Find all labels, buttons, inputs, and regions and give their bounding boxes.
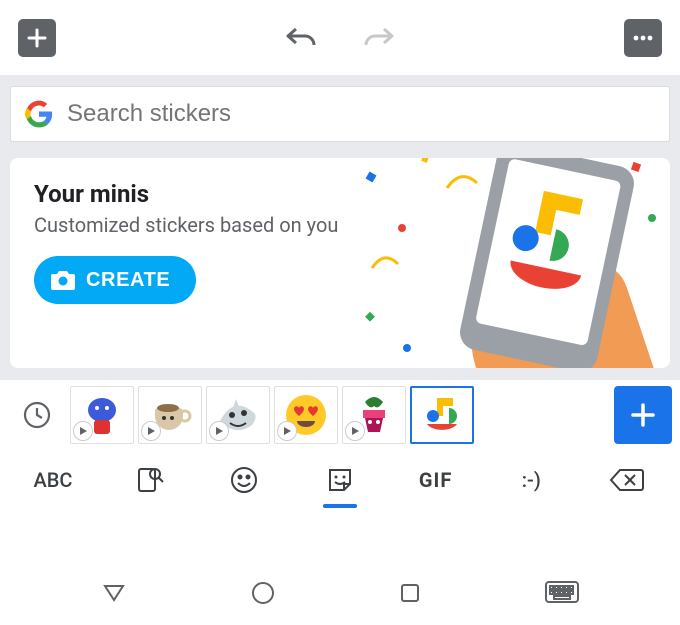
- create-minis-button[interactable]: CREATE: [34, 256, 196, 304]
- google-logo-icon: [25, 100, 53, 128]
- sticker-category-plant-pot[interactable]: [342, 386, 406, 444]
- sticker-category-heart-eyes-emoji[interactable]: [274, 386, 338, 444]
- system-recents-button[interactable]: [398, 581, 422, 609]
- undo-button[interactable]: [284, 24, 318, 52]
- add-sticker-pack-button[interactable]: [614, 386, 672, 444]
- camera-icon: [50, 269, 76, 291]
- more-button[interactable]: [624, 19, 662, 57]
- emoji-button[interactable]: [209, 458, 279, 502]
- sticker-category-minis-face[interactable]: [410, 386, 474, 444]
- your-minis-card: Your minis Customized stickers based on …: [10, 158, 670, 368]
- recents-square-icon: [398, 581, 422, 605]
- search-input[interactable]: [67, 100, 655, 128]
- sticker-icon: [325, 465, 355, 495]
- play-badge-icon: [345, 421, 365, 441]
- minis-illustration: [352, 158, 662, 368]
- system-back-button[interactable]: [101, 580, 127, 610]
- search-bar[interactable]: [10, 86, 670, 142]
- minis-subtitle: Customized stickers based on you: [34, 212, 364, 238]
- system-home-button[interactable]: [250, 580, 276, 610]
- keyboard-icon: [545, 581, 579, 605]
- play-badge-icon: [209, 421, 229, 441]
- sticker-category-shark[interactable]: [206, 386, 270, 444]
- back-triangle-icon: [101, 580, 127, 606]
- create-label: CREATE: [86, 269, 170, 292]
- sticker-category-blue-character[interactable]: [70, 386, 134, 444]
- play-badge-icon: [141, 421, 161, 441]
- abc-keyboard-button[interactable]: ABC: [18, 458, 88, 502]
- clock-icon: [22, 400, 52, 430]
- add-button[interactable]: [18, 19, 56, 57]
- emoji-icon: [229, 465, 259, 495]
- redo-button[interactable]: [362, 24, 396, 52]
- backspace-button[interactable]: [592, 458, 662, 502]
- play-badge-icon: [277, 421, 297, 441]
- backspace-icon: [609, 466, 645, 494]
- play-badge-icon: [73, 421, 93, 441]
- sticker-category-coffee-cup[interactable]: [138, 386, 202, 444]
- emoticon-button[interactable]: :-): [496, 458, 566, 502]
- gif-button[interactable]: GIF: [401, 458, 471, 502]
- hide-keyboard-button[interactable]: [545, 581, 579, 609]
- home-circle-icon: [250, 580, 276, 606]
- recent-stickers-button[interactable]: [8, 386, 66, 444]
- clipboard-search-icon: [134, 465, 164, 495]
- clipboard-search-button[interactable]: [114, 458, 184, 502]
- sticker-button[interactable]: [305, 458, 375, 502]
